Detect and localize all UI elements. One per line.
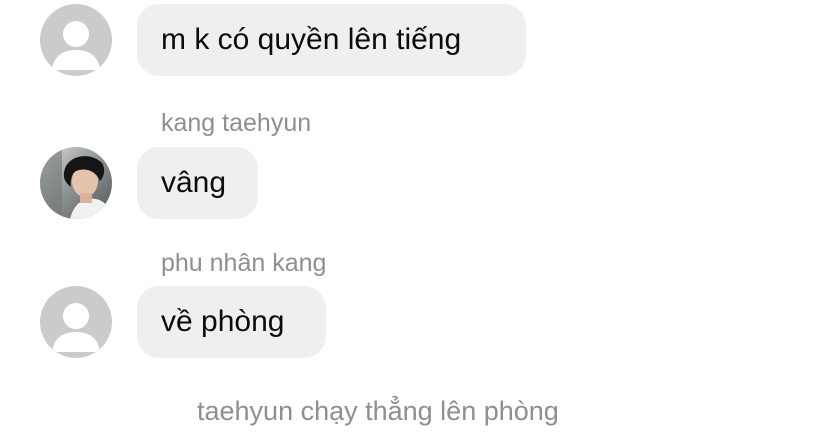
message-bubble[interactable]: vâng <box>137 147 258 219</box>
profile-photo-avatar[interactable] <box>40 147 112 219</box>
default-avatar-icon[interactable] <box>40 4 112 76</box>
narration-text: taehyun chạy thẳng lên phòng <box>197 396 559 426</box>
message-text: m k có quyền lên tiếng <box>161 23 462 56</box>
message-bubble[interactable]: m k có quyền lên tiếng <box>137 4 526 76</box>
default-avatar-icon[interactable] <box>40 286 112 358</box>
sender-name: kang taehyun <box>161 109 312 137</box>
message-text: về phòng <box>161 305 285 338</box>
message-text: vâng <box>161 166 227 199</box>
message-bubble[interactable]: về phòng <box>137 286 326 358</box>
sender-name: phu nhân kang <box>161 249 327 277</box>
